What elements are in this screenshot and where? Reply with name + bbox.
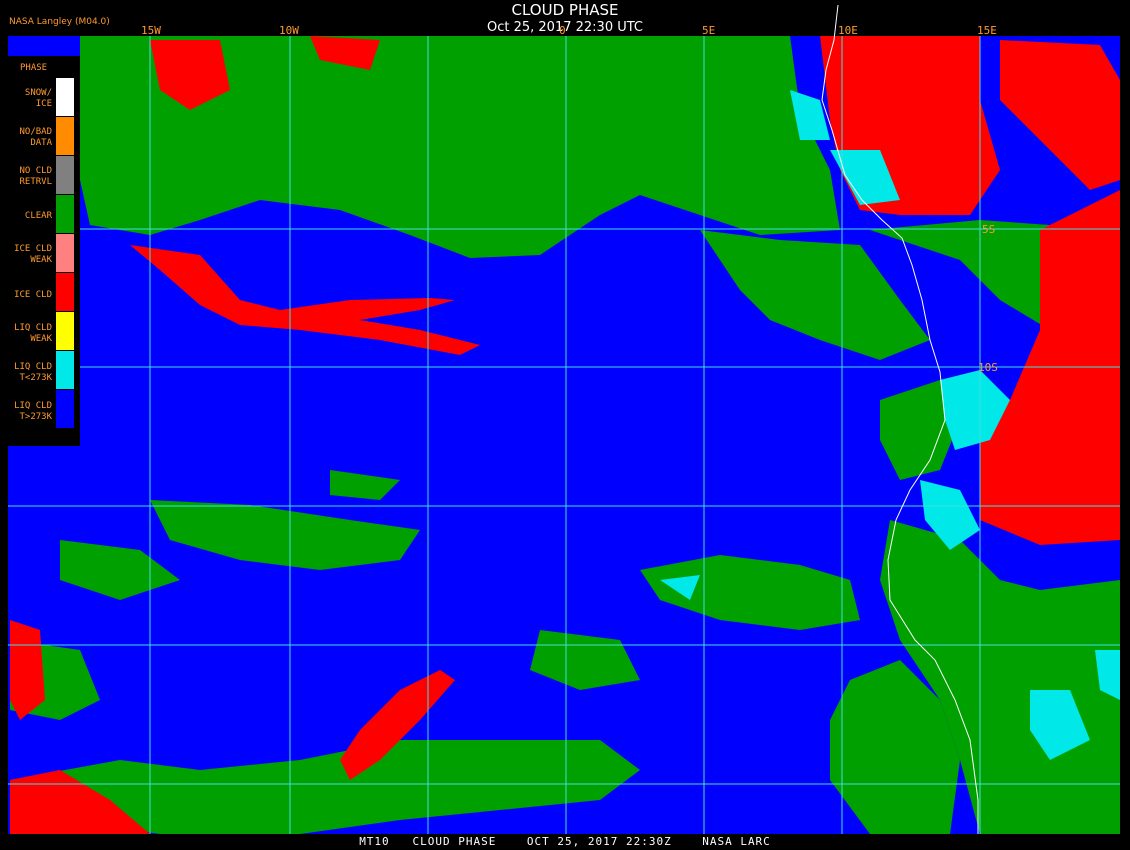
legend-label-snow-ice: SNOW/ ICE <box>24 88 52 109</box>
legend-label-liq-cld-cold: LIQ CLD T<273K <box>14 362 52 383</box>
legend-label-ice-cld-weak: ICE CLD WEAK <box>14 244 52 265</box>
legend-label-clear: CLEAR <box>24 211 52 221</box>
legend-swatch-ice-cld <box>56 273 74 311</box>
lon-label-5e: 5E <box>702 24 716 37</box>
lat-label-5s: 5S <box>982 223 996 236</box>
legend-label-liq-cld-weak: LIQ CLD WEAK <box>14 323 52 344</box>
legend-swatch-no-cld-retrvl <box>56 156 74 194</box>
lon-label-0: 0 <box>559 24 566 37</box>
legend-label-liq-cld-warm: LIQ CLD T>273K <box>14 401 52 422</box>
legend-swatch-no-bad-data <box>56 117 74 155</box>
provider-label: NASA Langley (M04.0) <box>9 17 110 27</box>
legend-label-no-cld-retrvl: NO CLD RETRVL <box>19 166 52 187</box>
cloud-phase-map <box>0 0 1130 850</box>
footer-caption: MT10 CLOUD PHASE OCT 25, 2017 22:30Z NAS… <box>359 835 771 848</box>
legend-swatch-ice-cld-weak <box>56 234 74 272</box>
map-title: CLOUD PHASE <box>511 1 619 19</box>
legend-swatch-clear <box>56 195 74 233</box>
legend-swatch-snow-ice <box>56 78 74 116</box>
legend-swatch-liq-cld-weak <box>56 312 74 350</box>
legend-title: PHASE <box>20 63 48 73</box>
lat-label-10s: 10S <box>978 361 998 374</box>
legend-swatch-liq-cld-cold <box>56 351 74 389</box>
legend-label-ice-cld: ICE CLD <box>14 290 52 300</box>
legend-swatch-liq-cld-warm <box>56 390 74 428</box>
legend-label-no-bad-data: NO/BAD DATA <box>19 127 52 148</box>
lon-label-10e: 10E <box>838 24 858 37</box>
lon-label-10w: 10W <box>279 24 299 37</box>
phase-legend: PHASE SNOW/ ICE NO/BAD DATA NO CLD RETRV… <box>0 56 80 446</box>
lon-label-15e: 15E <box>977 24 997 37</box>
lon-label-15w: 15W <box>141 24 161 37</box>
